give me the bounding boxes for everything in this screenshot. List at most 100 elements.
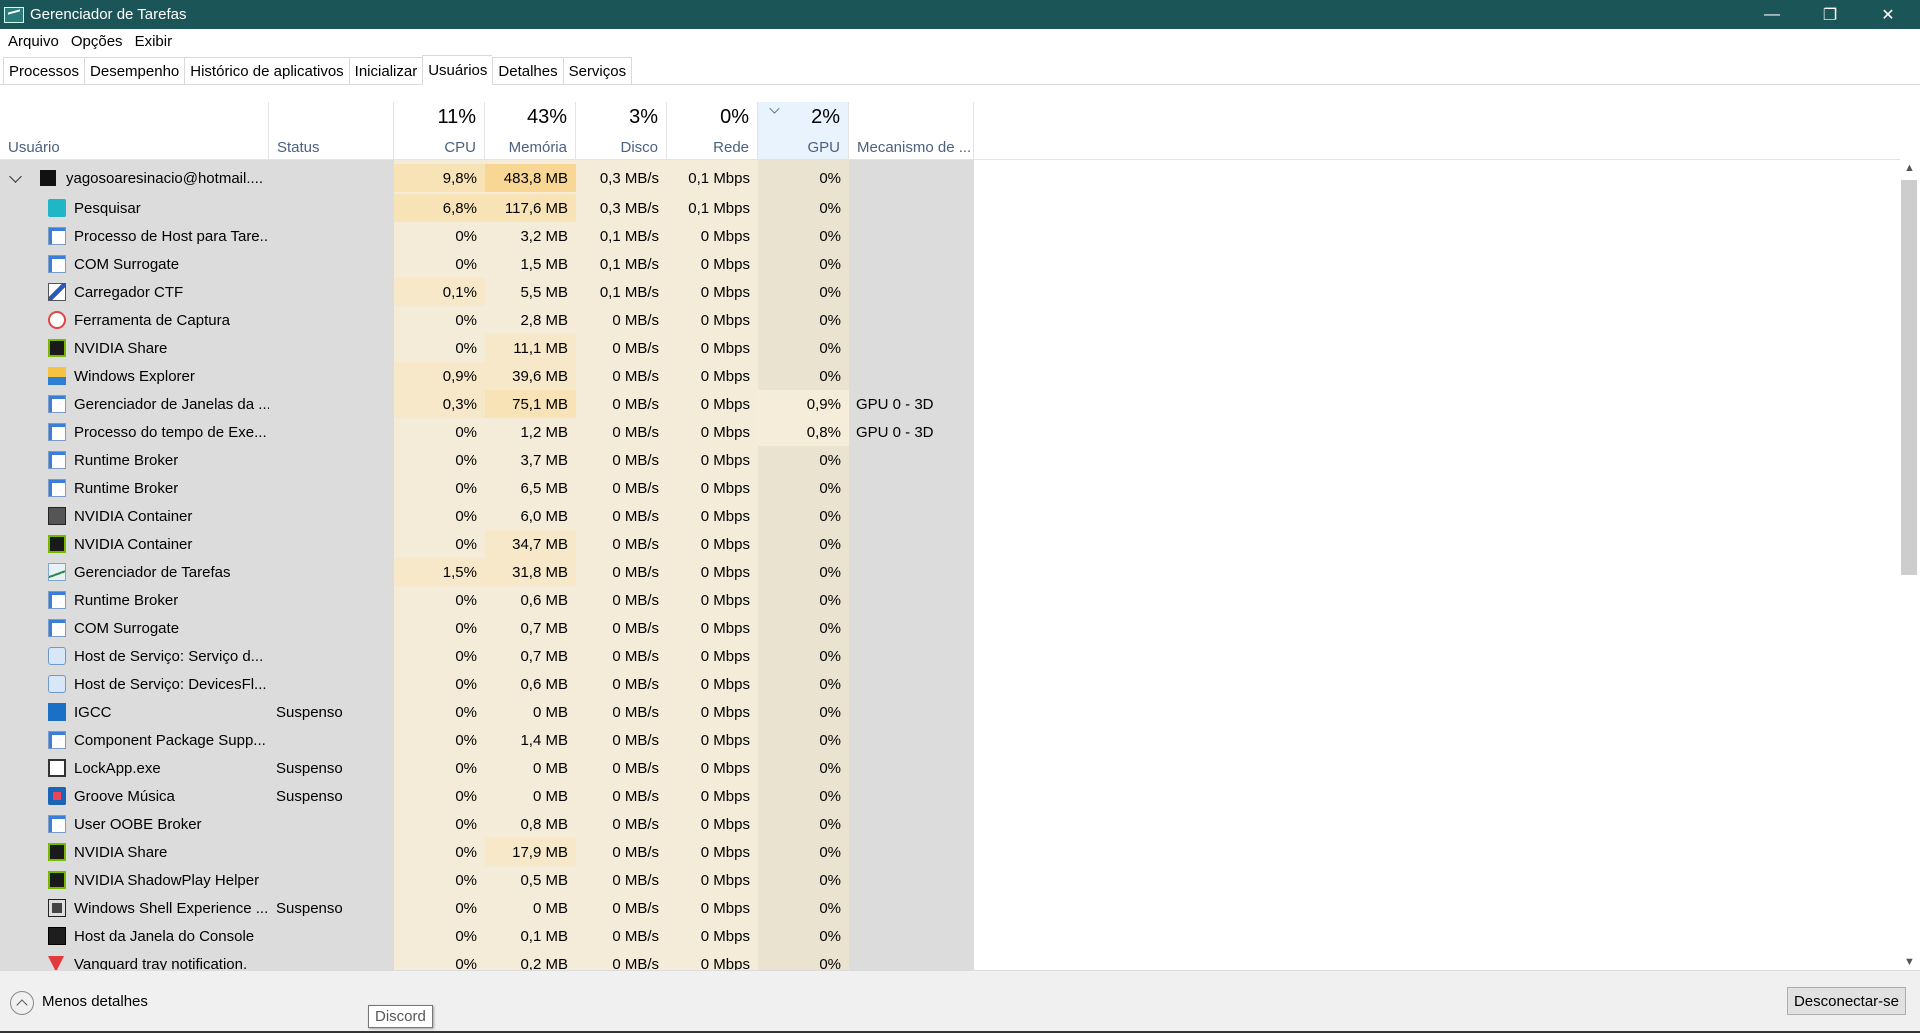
process-net: 0 Mbps <box>700 647 750 665</box>
table-row[interactable]: Runtime Broker 0% 6,5 MB 0 MB/s 0 Mbps 0% <box>0 474 974 502</box>
process-cpu: 0% <box>455 927 477 945</box>
process-gpu: 0% <box>819 675 841 693</box>
table-row[interactable]: Runtime Broker 0% 3,7 MB 0 MB/s 0 Mbps 0% <box>0 446 974 474</box>
process-gpu-engine <box>856 306 974 334</box>
process-name: NVIDIA Container <box>74 535 193 553</box>
table-row[interactable]: Pesquisar 6,8% 117,6 MB 0,3 MB/s 0,1 Mbps 0% <box>0 194 974 222</box>
table-row[interactable]: Host de Serviço: DevicesFl... 0% 0,6 MB 0 M… <box>0 670 974 698</box>
process-net: 0 Mbps <box>700 759 750 777</box>
tab-usuarios[interactable]: Usuários <box>422 55 493 85</box>
process-status: Suspenso <box>276 787 343 805</box>
tab-inicializar[interactable]: Inicializar <box>348 57 423 85</box>
header-gpu[interactable]: 2% GPU <box>758 102 849 160</box>
process-name: Vanguard tray notification. <box>74 955 248 971</box>
tab-servicos[interactable]: Serviços <box>562 57 633 85</box>
process-gpu-engine <box>856 502 974 530</box>
process-disk: 0 MB/s <box>612 619 659 637</box>
process-status <box>276 558 394 586</box>
table-row[interactable]: Windows Explorer 0,9% 39,6 MB 0 MB/s 0 Mbps 0… <box>0 362 974 390</box>
process-net: 0 Mbps <box>700 843 750 861</box>
table-row[interactable]: Host da Janela do Console 0% 0,1 MB 0 MB/s 0… <box>0 922 974 950</box>
process-disk: 0 MB/s <box>612 843 659 861</box>
table-row[interactable]: COM Surrogate 0% 0,7 MB 0 MB/s 0 Mbps 0% <box>0 614 974 642</box>
table-row[interactable]: Carregador CTF 0,1% 5,5 MB 0,1 MB/s 0 Mbps 0% <box>0 278 974 306</box>
table-row[interactable]: Gerenciador de Janelas da ... 0,3% 75,1 MB… <box>0 390 974 418</box>
process-status <box>276 502 394 530</box>
table-row[interactable]: Processo de Host para Tare... 0% 3,2 MB 0,1… <box>0 222 974 250</box>
tab-desempenho[interactable]: Desempenho <box>84 57 185 85</box>
process-mem: 31,8 MB <box>485 558 576 586</box>
header-cpu[interactable]: 11% CPU <box>394 102 485 160</box>
table-row[interactable]: Ferramenta de Captura 0% 2,8 MB 0 MB/s 0 Mbp… <box>0 306 974 334</box>
table-row[interactable]: Groove Música Suspenso 0% 0 MB 0 MB/s 0 Mbps 0… <box>0 782 974 810</box>
table-row[interactable]: NVIDIA Container 0% 6,0 MB 0 MB/s 0 Mbps 0% <box>0 502 974 530</box>
process-net: 0 Mbps <box>700 619 750 637</box>
process-name: IGCC <box>74 703 112 721</box>
chevron-down-icon[interactable] <box>9 170 22 183</box>
disconnect-button[interactable]: Desconectar-se <box>1786 987 1906 1015</box>
table-row[interactable]: Host de Serviço: Serviço d... 0% 0,7 MB 0 M… <box>0 642 974 670</box>
process-cpu: 0% <box>455 591 477 609</box>
process-mem: 1,5 MB <box>520 255 568 273</box>
header-user[interactable]: Usuário <box>0 102 269 160</box>
process-disk: 0 MB/s <box>612 591 659 609</box>
table-row[interactable]: Component Package Supp... 0% 1,4 MB 0 MB/s 0… <box>0 726 974 754</box>
table-row[interactable]: Windows Shell Experience ... Suspenso 0% 0 … <box>0 894 974 922</box>
scroll-down-icon[interactable]: ▼ <box>1904 956 1915 968</box>
vertical-scrollbar[interactable]: ▲ ▼ <box>1900 160 1917 970</box>
process-gpu-engine <box>856 446 974 474</box>
menu-opcoes[interactable]: Opções <box>71 33 123 50</box>
table-row[interactable]: Runtime Broker 0% 0,6 MB 0 MB/s 0 Mbps 0% <box>0 586 974 614</box>
table-row[interactable]: NVIDIA Share 0% 11,1 MB 0 MB/s 0 Mbps 0% <box>0 334 974 362</box>
close-button[interactable]: ✕ <box>1858 0 1918 29</box>
process-gpu-engine <box>856 222 974 250</box>
process-cpu: 0% <box>455 731 477 749</box>
table-row[interactable]: NVIDIA Container 0% 34,7 MB 0 MB/s 0 Mbps 0% <box>0 530 974 558</box>
process-mem: 0 MB <box>532 759 568 777</box>
table-row[interactable]: Gerenciador de Tarefas 1,5% 31,8 MB 0 MB/s 0… <box>0 558 974 586</box>
tab-historico[interactable]: Histórico de aplicativos <box>184 57 349 85</box>
restore-button[interactable]: ❐ <box>1800 0 1860 29</box>
process-gpu: 0% <box>819 815 841 833</box>
process-net: 0 Mbps <box>700 591 750 609</box>
menu-exibir[interactable]: Exibir <box>135 33 173 50</box>
header-status[interactable]: Status <box>269 102 394 160</box>
table-row[interactable]: Processo do tempo de Exe... 0% 1,2 MB 0 MB/… <box>0 418 974 446</box>
process-net: 0 Mbps <box>700 563 750 581</box>
table-row[interactable]: IGCC Suspenso 0% 0 MB 0 MB/s 0 Mbps 0% <box>0 698 974 726</box>
chevron-up-circle-icon[interactable] <box>10 991 34 1015</box>
table-row[interactable]: Vanguard tray notification. 0% 0,2 MB 0 MB/… <box>0 950 974 970</box>
process-cpu: 0% <box>455 675 477 693</box>
header-network[interactable]: 0% Rede <box>667 102 758 160</box>
process-gpu-engine: GPU 0 - 3D <box>856 423 934 441</box>
process-disk: 0 MB/s <box>612 703 659 721</box>
user-memory: 483,8 MB <box>485 164 576 192</box>
minimize-button[interactable]: — <box>1742 0 1802 29</box>
process-disk: 0 MB/s <box>612 395 659 413</box>
header-memory[interactable]: 43% Memória <box>485 102 576 160</box>
process-table: yagosoaresinacio@hotmail.... 9,8% 483,8 … <box>0 160 1900 970</box>
table-row[interactable]: LockApp.exe Suspenso 0% 0 MB 0 MB/s 0 Mbps 0% <box>0 754 974 782</box>
scroll-thumb[interactable] <box>1901 180 1917 575</box>
header-gpu-engine[interactable]: Mecanismo de ... <box>849 102 974 160</box>
user-row[interactable]: yagosoaresinacio@hotmail.... 9,8% 483,8 … <box>0 164 974 192</box>
process-gpu: 0,8% <box>758 418 849 446</box>
process-name: NVIDIA Container <box>74 507 193 525</box>
process-name: Runtime Broker <box>74 451 179 469</box>
process-mem: 11,1 MB <box>485 334 576 362</box>
table-row[interactable]: NVIDIA Share 0% 17,9 MB 0 MB/s 0 Mbps 0% <box>0 838 974 866</box>
process-gpu-engine <box>856 922 974 950</box>
scissors-app-icon <box>48 311 66 329</box>
process-gpu: 0% <box>819 311 841 329</box>
table-row[interactable]: User OOBE Broker 0% 0,8 MB 0 MB/s 0 Mbps 0% <box>0 810 974 838</box>
tab-processos[interactable]: Processos <box>3 57 85 85</box>
tab-detalhes[interactable]: Detalhes <box>492 57 563 85</box>
table-row[interactable]: NVIDIA ShadowPlay Helper 0% 0,5 MB 0 MB/s 0 … <box>0 866 974 894</box>
scroll-up-icon[interactable]: ▲ <box>1904 162 1915 174</box>
process-gpu: 0% <box>819 535 841 553</box>
table-row[interactable]: COM Surrogate 0% 1,5 MB 0,1 MB/s 0 Mbps 0% <box>0 250 974 278</box>
menu-arquivo[interactable]: Arquivo <box>8 33 59 50</box>
header-disk[interactable]: 3% Disco <box>576 102 667 160</box>
less-details-link[interactable]: Menos detalhes <box>42 993 148 1010</box>
process-disk: 0 MB/s <box>612 451 659 469</box>
